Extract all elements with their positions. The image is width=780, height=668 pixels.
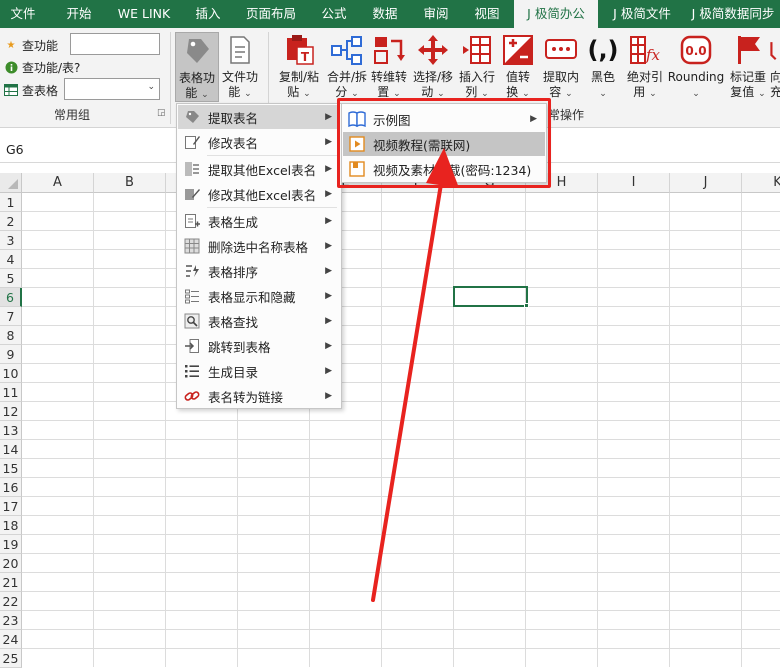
- annotation-arrow-icon: [371, 148, 459, 602]
